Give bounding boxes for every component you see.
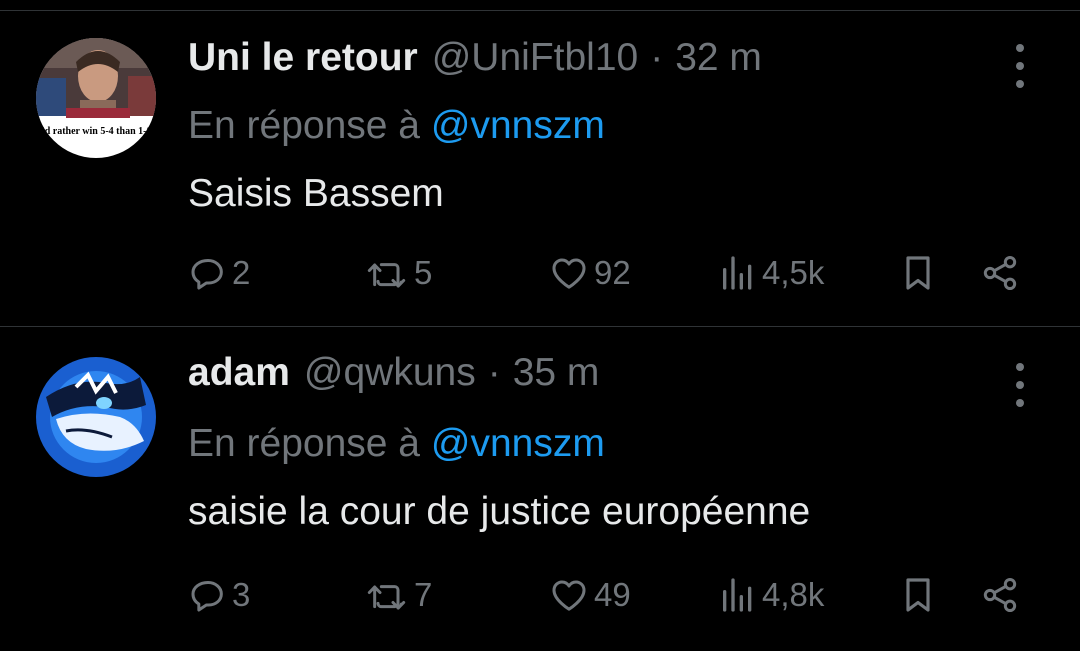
like-button[interactable]: 49 bbox=[548, 570, 631, 620]
share-button[interactable] bbox=[978, 570, 1022, 620]
share-icon bbox=[983, 578, 1017, 612]
views-count: 4,5k bbox=[762, 254, 825, 291]
bookmark-button[interactable] bbox=[898, 570, 938, 620]
more-icon bbox=[1016, 44, 1024, 52]
reply-prefix: En réponse à bbox=[188, 104, 421, 147]
timestamp[interactable]: 35 m bbox=[513, 351, 600, 395]
tweet-text: Saisis Bassem bbox=[188, 172, 444, 215]
reply-context: En réponse à @vnnszm bbox=[188, 422, 605, 466]
more-options-button[interactable] bbox=[1006, 44, 1034, 88]
more-icon bbox=[1016, 363, 1024, 371]
like-button[interactable]: 92 bbox=[548, 248, 631, 298]
reply-icon bbox=[191, 581, 223, 612]
reply-count: 3 bbox=[232, 576, 251, 613]
views-button[interactable]: 4,8k bbox=[718, 570, 824, 620]
reply-context: En réponse à @vnnszm bbox=[188, 104, 605, 148]
timestamp[interactable]: 32 m bbox=[675, 36, 762, 80]
reply-count: 2 bbox=[232, 254, 251, 291]
heart-icon bbox=[552, 580, 586, 611]
retweet-count: 5 bbox=[414, 254, 433, 291]
separator-dot: · bbox=[487, 351, 501, 394]
share-icon bbox=[983, 256, 1017, 290]
bookmark-button[interactable] bbox=[898, 248, 938, 298]
avatar-image: I'd rather win 5-4 than 1-0. bbox=[36, 38, 156, 158]
retweet-icon bbox=[367, 263, 406, 288]
tweet-header: Uni le retour @UniFtbl10 · 32 m bbox=[188, 36, 762, 86]
tweet-actions: 2 5 92 4,5k bbox=[0, 248, 1080, 298]
views-icon bbox=[723, 256, 752, 290]
retweet-button[interactable]: 5 bbox=[366, 248, 432, 298]
avatar-image bbox=[36, 357, 156, 477]
views-icon bbox=[723, 578, 752, 612]
reply-mention-link[interactable]: @vnnszm bbox=[431, 422, 605, 465]
like-count: 49 bbox=[594, 576, 631, 613]
retweet-button[interactable]: 7 bbox=[366, 570, 432, 620]
views-button[interactable]: 4,5k bbox=[718, 248, 824, 298]
share-button[interactable] bbox=[978, 248, 1022, 298]
retweet-count: 7 bbox=[414, 576, 433, 613]
display-name[interactable]: adam bbox=[188, 351, 290, 395]
reply-button[interactable]: 3 bbox=[188, 570, 250, 620]
separator-dot: · bbox=[650, 36, 664, 79]
tweet-header: adam @qwkuns · 35 m bbox=[188, 351, 599, 401]
reply-button[interactable]: 2 bbox=[188, 248, 250, 298]
avatar[interactable] bbox=[36, 357, 156, 477]
tweet-text: saisie la cour de justice européenne bbox=[188, 490, 811, 533]
heart-icon bbox=[552, 258, 586, 289]
tweet[interactable]: I'd rather win 5-4 than 1-0. Uni le reto… bbox=[0, 0, 1080, 326]
tweet[interactable]: adam @qwkuns · 35 m En réponse à @vnnszm… bbox=[0, 327, 1080, 651]
views-count: 4,8k bbox=[762, 576, 825, 613]
display-name[interactable]: Uni le retour bbox=[188, 36, 418, 80]
bookmark-icon bbox=[906, 578, 930, 612]
tweet-actions: 3 7 49 4,8k bbox=[0, 570, 1080, 620]
bookmark-icon bbox=[906, 256, 930, 290]
reply-icon bbox=[191, 259, 223, 290]
reply-mention-link[interactable]: @vnnszm bbox=[431, 104, 605, 147]
svg-text:I'd rather win 5-4 than 1-0.: I'd rather win 5-4 than 1-0. bbox=[38, 126, 154, 137]
reply-prefix: En réponse à bbox=[188, 422, 421, 465]
user-handle[interactable]: @qwkuns bbox=[304, 351, 476, 395]
like-count: 92 bbox=[594, 254, 631, 291]
user-handle[interactable]: @UniFtbl10 bbox=[432, 36, 639, 80]
retweet-icon bbox=[367, 585, 406, 610]
more-options-button[interactable] bbox=[1006, 363, 1034, 407]
avatar[interactable]: I'd rather win 5-4 than 1-0. bbox=[36, 38, 156, 158]
